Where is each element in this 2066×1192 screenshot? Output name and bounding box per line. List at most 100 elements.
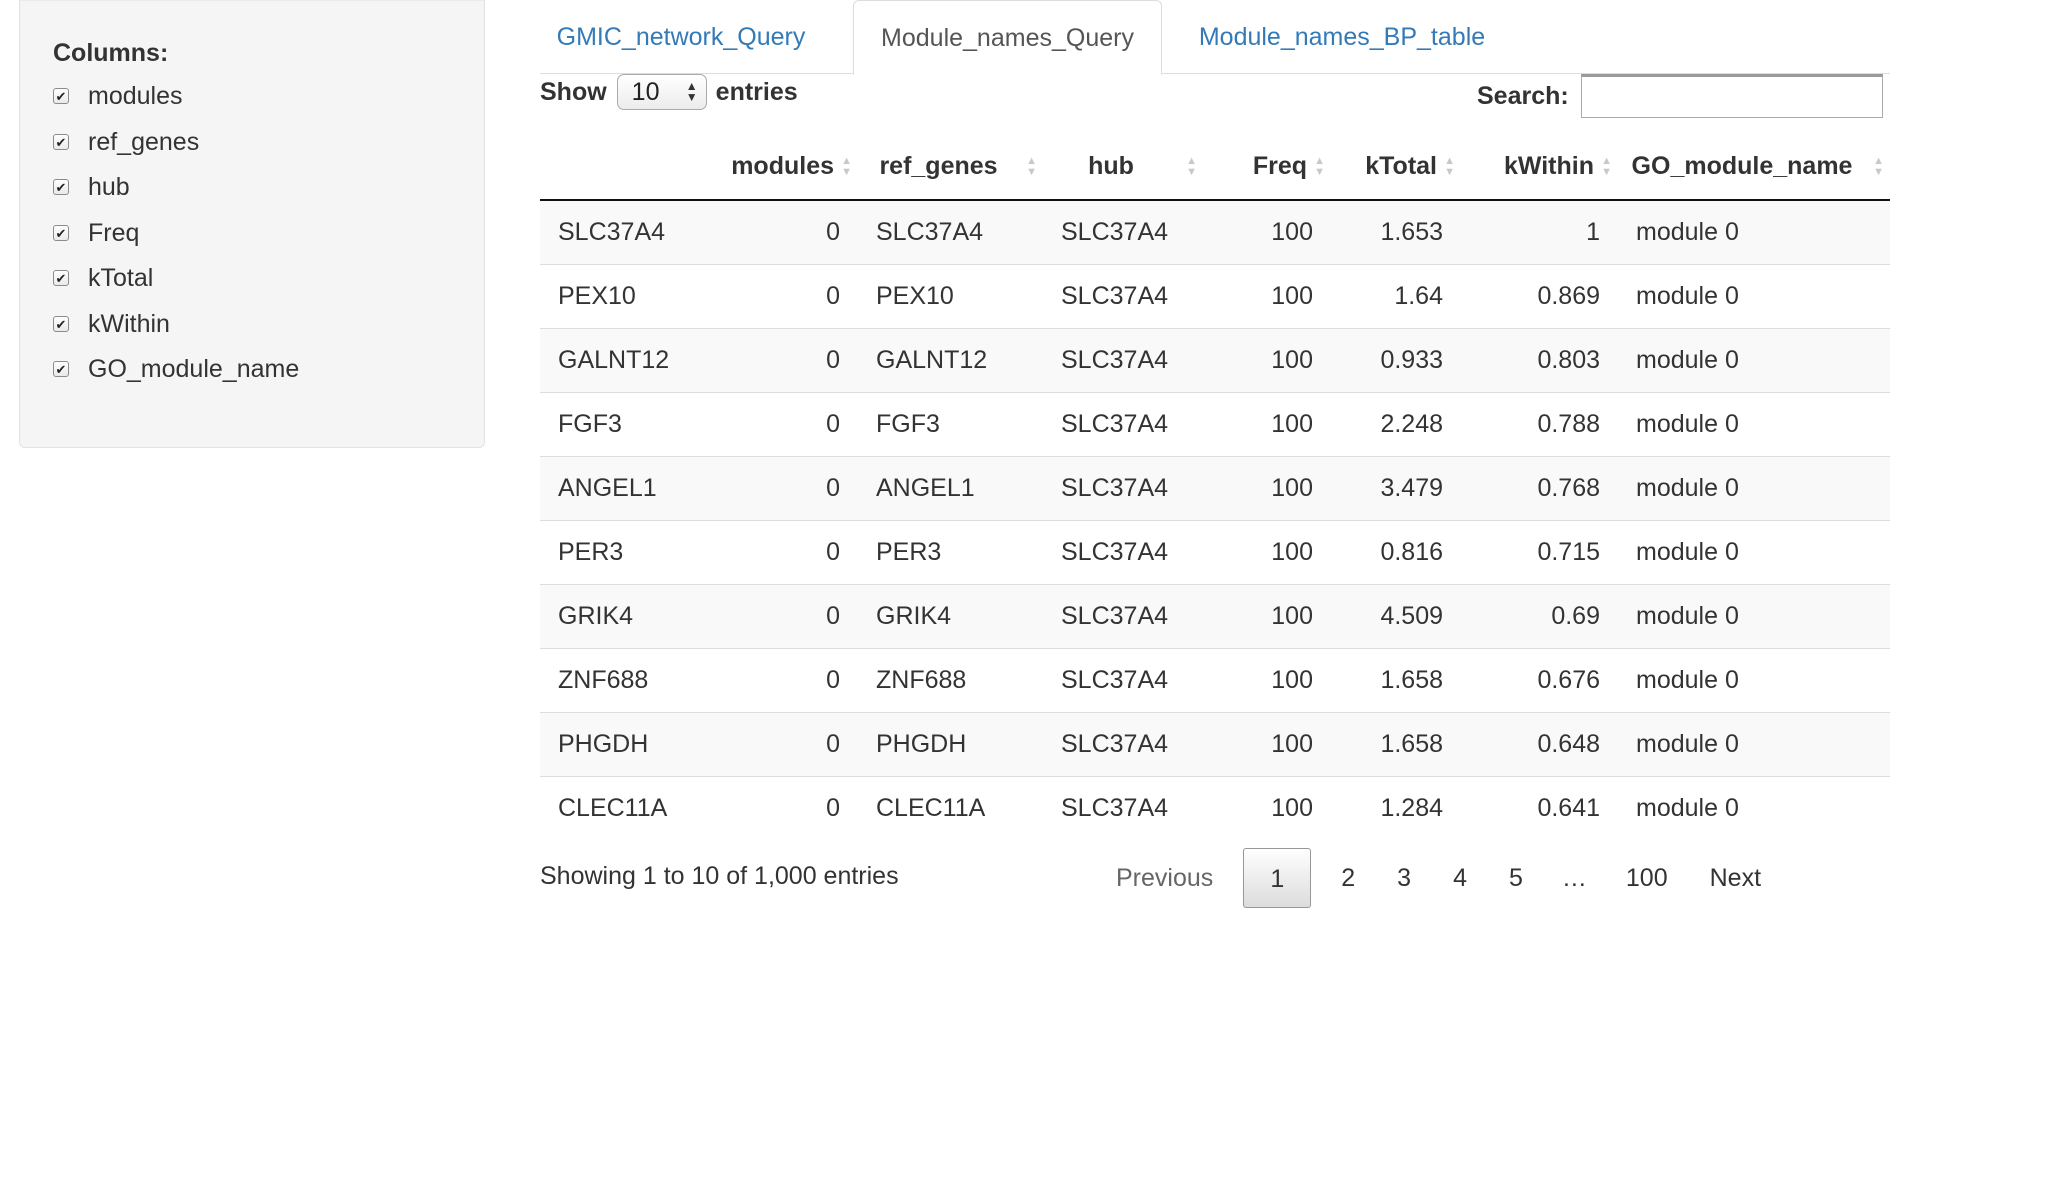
cell-rowname: PHGDH xyxy=(540,711,701,776)
sort-icon: ▲ ▼ xyxy=(1026,154,1037,178)
table-row[interactable]: GALNT12 0 GALNT12 SLC37A4 100 0.933 0.80… xyxy=(540,327,1890,392)
header-freq[interactable]: Freq ▲ ▼ xyxy=(1203,134,1331,201)
header-kwithin[interactable]: kWithin ▲ ▼ xyxy=(1461,134,1618,201)
cell-kwithin: 1 xyxy=(1461,199,1618,264)
table-row[interactable]: PEX10 0 PEX10 SLC37A4 100 1.64 0.869 mod… xyxy=(540,263,1890,328)
table-header-row: modules ▲ ▼ ref_genes ▲ ▼ hub ▲ ▼ Freq ▲ ▼ kTota… xyxy=(540,134,1890,201)
tab-module-names-query[interactable]: Module_names_Query xyxy=(853,0,1162,75)
cell-hub: SLC37A4 xyxy=(1043,711,1203,776)
column-option-go-module-name[interactable]: ✔ GO_module_name xyxy=(53,353,299,385)
cell-modules: 0 xyxy=(701,327,858,392)
checkbox[interactable]: ✔ xyxy=(53,270,69,286)
cell-ktotal: 4.509 xyxy=(1331,583,1461,648)
table-row[interactable]: SLC37A4 0 SLC37A4 SLC37A4 100 1.653 1 mo… xyxy=(540,199,1890,264)
columns-title: Columns: xyxy=(53,39,169,67)
cell-kwithin: 0.69 xyxy=(1461,583,1618,648)
table-row[interactable]: ZNF688 0 ZNF688 SLC37A4 100 1.658 0.676 … xyxy=(540,647,1890,712)
checkbox[interactable]: ✔ xyxy=(53,179,69,195)
search-label: Search: xyxy=(1477,81,1569,110)
cell-kwithin: 0.768 xyxy=(1461,455,1618,520)
cell-rowname: PER3 xyxy=(540,519,701,584)
page-button-3[interactable]: 3 xyxy=(1376,848,1432,908)
page-button-4[interactable]: 4 xyxy=(1432,848,1488,908)
header-label: Freq xyxy=(1252,152,1307,180)
select-arrows-icon: ▲ ▼ xyxy=(685,79,698,104)
cell-hub: SLC37A4 xyxy=(1043,455,1203,520)
previous-page-button[interactable]: Previous xyxy=(1095,848,1234,908)
page-button-100[interactable]: 100 xyxy=(1605,848,1689,908)
cell-hub: SLC37A4 xyxy=(1043,327,1203,392)
cell-go-module-name: module 0 xyxy=(1618,391,1890,456)
cell-rowname: ANGEL1 xyxy=(540,455,701,520)
cell-freq: 100 xyxy=(1203,647,1331,712)
header-modules[interactable]: modules ▲ ▼ xyxy=(701,134,858,201)
cell-rowname: GRIK4 xyxy=(540,583,701,648)
cell-go-module-name: module 0 xyxy=(1618,775,1890,840)
cell-freq: 100 xyxy=(1203,775,1331,840)
cell-kwithin: 0.869 xyxy=(1461,263,1618,328)
cell-ref-genes: PEX10 xyxy=(858,263,1043,328)
tab-bar: GMIC_network_Query Module_names_Query Mo… xyxy=(540,0,1890,75)
table-row[interactable]: GRIK4 0 GRIK4 SLC37A4 100 4.509 0.69 mod… xyxy=(540,583,1890,648)
entries-per-page-select[interactable]: 10 ▲ ▼ xyxy=(616,74,707,110)
cell-kwithin: 0.788 xyxy=(1461,391,1618,456)
header-ktotal[interactable]: kTotal ▲ ▼ xyxy=(1331,134,1461,201)
checkbox[interactable]: ✔ xyxy=(53,134,69,150)
checkbox[interactable]: ✔ xyxy=(53,88,69,104)
cell-go-module-name: module 0 xyxy=(1618,647,1890,712)
table-row[interactable]: FGF3 0 FGF3 SLC37A4 100 2.248 0.788 modu… xyxy=(540,391,1890,456)
column-option-hub[interactable]: ✔ hub xyxy=(53,171,130,203)
header-rownames xyxy=(540,134,701,201)
checkbox[interactable]: ✔ xyxy=(53,316,69,332)
cell-ref-genes: ZNF688 xyxy=(858,647,1043,712)
checkbox[interactable]: ✔ xyxy=(53,361,69,377)
page-button-1[interactable]: 1 xyxy=(1243,848,1312,908)
cell-modules: 0 xyxy=(701,775,858,840)
cell-freq: 100 xyxy=(1203,519,1331,584)
cell-freq: 100 xyxy=(1203,199,1331,264)
sort-icon: ▲ ▼ xyxy=(1186,154,1197,178)
cell-modules: 0 xyxy=(701,647,858,712)
cell-modules: 0 xyxy=(701,391,858,456)
header-hub[interactable]: hub ▲ ▼ xyxy=(1043,134,1203,201)
column-option-label: GO_module_name xyxy=(88,354,300,383)
cell-ref-genes: PHGDH xyxy=(858,711,1043,776)
next-page-button[interactable]: Next xyxy=(1689,848,1782,908)
column-option-ref-genes[interactable]: ✔ ref_genes xyxy=(53,126,199,158)
cell-go-module-name: module 0 xyxy=(1618,711,1890,776)
column-option-label: Freq xyxy=(88,218,140,247)
table-row[interactable]: PER3 0 PER3 SLC37A4 100 0.816 0.715 modu… xyxy=(540,519,1890,584)
column-option-kwithin[interactable]: ✔ kWithin xyxy=(53,308,170,340)
header-ref-genes[interactable]: ref_genes ▲ ▼ xyxy=(858,134,1043,201)
column-option-freq[interactable]: ✔ Freq xyxy=(53,217,139,249)
column-option-label: ref_genes xyxy=(88,127,200,156)
checkbox[interactable]: ✔ xyxy=(53,225,69,241)
page-button-5[interactable]: 5 xyxy=(1488,848,1544,908)
search-input[interactable] xyxy=(1580,74,1883,118)
column-option-modules[interactable]: ✔ modules xyxy=(53,80,183,112)
cell-rowname: FGF3 xyxy=(540,391,701,456)
column-selector-panel: Columns: ✔ modules ✔ ref_genes ✔ hub ✔ F… xyxy=(19,0,485,448)
cell-modules: 0 xyxy=(701,711,858,776)
cell-ref-genes: CLEC11A xyxy=(858,775,1043,840)
table-row[interactable]: ANGEL1 0 ANGEL1 SLC37A4 100 3.479 0.768 … xyxy=(540,455,1890,520)
column-option-ktotal[interactable]: ✔ kTotal xyxy=(53,262,153,294)
cell-ref-genes: ANGEL1 xyxy=(858,455,1043,520)
sort-icon: ▲ ▼ xyxy=(841,154,852,178)
cell-modules: 0 xyxy=(701,519,858,584)
table-row[interactable]: PHGDH 0 PHGDH SLC37A4 100 1.658 0.648 mo… xyxy=(540,711,1890,776)
header-go-module-name[interactable]: GO_module_name ▲ ▼ xyxy=(1618,134,1890,201)
page-button-2[interactable]: 2 xyxy=(1320,848,1376,908)
tab-module-names-bp-table[interactable]: Module_names_BP_table xyxy=(1192,0,1492,74)
cell-kwithin: 0.641 xyxy=(1461,775,1618,840)
column-option-label: hub xyxy=(88,172,130,201)
entries-label: entries xyxy=(715,77,798,106)
cell-go-module-name: module 0 xyxy=(1618,263,1890,328)
cell-freq: 100 xyxy=(1203,455,1331,520)
cell-rowname: SLC37A4 xyxy=(540,199,701,264)
sort-icon: ▲ ▼ xyxy=(1314,154,1325,178)
tab-gmic-network-query[interactable]: GMIC_network_Query xyxy=(556,0,806,74)
cell-ref-genes: PER3 xyxy=(858,519,1043,584)
table-row[interactable]: CLEC11A 0 CLEC11A SLC37A4 100 1.284 0.64… xyxy=(540,775,1890,840)
cell-ktotal: 1.64 xyxy=(1331,263,1461,328)
